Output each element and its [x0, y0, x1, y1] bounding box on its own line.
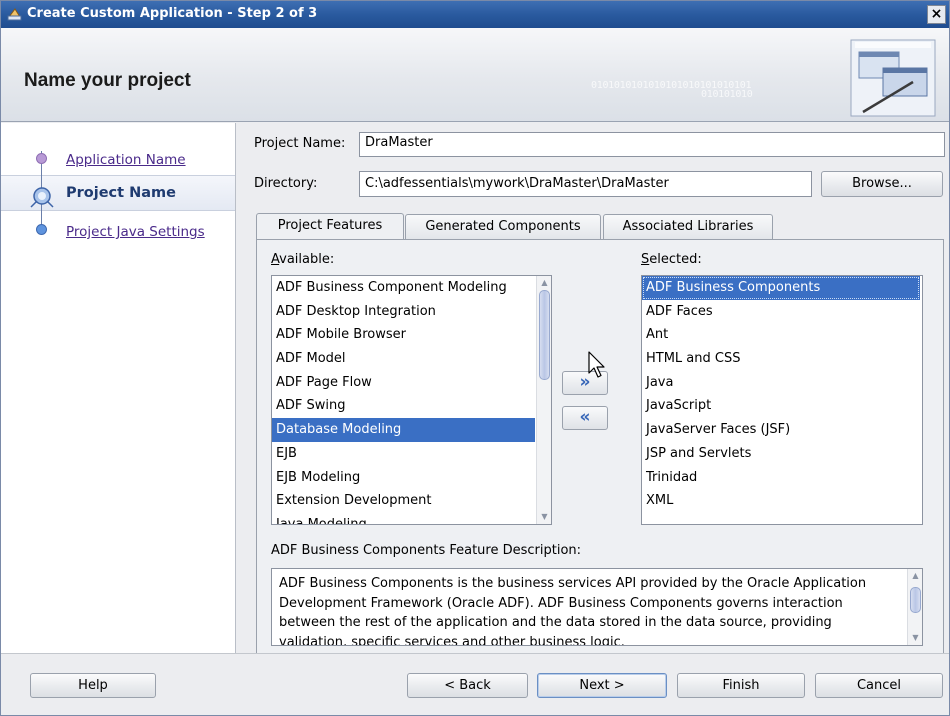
step-todo-icon [36, 224, 47, 235]
tab-associated-libraries[interactable]: Associated Libraries [603, 214, 773, 239]
feature-description-text: ADF Business Components is the business … [279, 576, 867, 646]
binary-decoration-2: 010101010 [701, 89, 753, 100]
cancel-button[interactable]: Cancel [815, 673, 943, 698]
list-item[interactable]: Ant [642, 323, 920, 347]
selected-label: Selected: [641, 252, 702, 267]
selected-features-list[interactable]: ADF Business Components ADF Faces Ant HTML … [641, 275, 923, 525]
list-item[interactable]: ADF Desktop Integration [272, 300, 535, 324]
list-item[interactable]: Java Modeling [272, 513, 535, 524]
help-button[interactable]: Help [30, 673, 156, 698]
double-chevron-left-icon: « [579, 407, 591, 427]
step-label: Project Name [66, 185, 176, 201]
scroll-thumb[interactable] [539, 290, 550, 380]
mouse-cursor-icon [588, 351, 605, 378]
available-label: Available: [271, 252, 335, 267]
finish-button[interactable]: Finish [677, 673, 805, 698]
available-scrollbar[interactable]: ▲ ▼ [536, 276, 551, 524]
list-item[interactable]: JSP and Servlets [642, 442, 920, 466]
list-item[interactable]: ADF Page Flow [272, 371, 535, 395]
close-button[interactable]: × [927, 5, 946, 24]
list-item[interactable]: EJB Modeling [272, 466, 535, 490]
step-done-icon [36, 153, 47, 164]
list-item[interactable]: Database Modeling [272, 418, 535, 442]
list-item[interactable]: ADF Swing [272, 394, 535, 418]
directory-input[interactable]: C:\adfessentials\mywork\DraMaster\DraMas… [359, 171, 812, 197]
description-label: ADF Business Components Feature Descript… [271, 543, 582, 558]
list-item[interactable]: ADF Business Component Modeling [272, 276, 535, 300]
dialog-footer: Help < Back Next > Finish Cancel [1, 653, 949, 715]
available-features-list[interactable]: ADF Business Component Modeling ADF Deskt… [271, 275, 552, 525]
list-item[interactable]: HTML and CSS [642, 347, 920, 371]
list-item[interactable]: JavaScript [642, 394, 920, 418]
project-wizard-icon [850, 39, 936, 117]
next-button[interactable]: Next > [537, 673, 667, 698]
scroll-down-arrow[interactable]: ▼ [537, 510, 551, 524]
window-title: Create Custom Application - Step 2 of 3 [27, 6, 318, 21]
list-item[interactable]: EJB [272, 442, 535, 466]
list-item[interactable]: Trinidad [642, 466, 920, 490]
list-item[interactable]: ADF Mobile Browser [272, 323, 535, 347]
page-heading: Name your project [24, 70, 191, 91]
description-scrollbar[interactable]: ▲ ▼ [907, 569, 922, 645]
current-step-icon [30, 187, 54, 208]
header-banner: Name your project 0101010101010101010101… [1, 28, 949, 122]
scroll-down-arrow[interactable]: ▼ [908, 631, 922, 645]
wizard-dialog: Create Custom Application - Step 2 of 3 … [0, 0, 950, 716]
remove-feature-button[interactable]: « [562, 406, 608, 430]
directory-label: Directory: [254, 176, 318, 191]
available-items: ADF Business Component Modeling ADF Deskt… [272, 276, 551, 524]
list-item[interactable]: ADF Faces [642, 300, 920, 324]
scroll-up-arrow[interactable]: ▲ [537, 276, 551, 290]
title-bar: Create Custom Application - Step 2 of 3 … [1, 1, 949, 28]
list-item[interactable]: ADF Business Components [642, 276, 920, 300]
list-item[interactable]: ADF Model [272, 347, 535, 371]
step-label[interactable]: Project Java Settings [66, 224, 205, 240]
list-item[interactable]: XML [642, 489, 920, 513]
project-name-input[interactable]: DraMaster [359, 132, 945, 157]
feature-description: ADF Business Components is the business … [271, 568, 923, 646]
scroll-thumb[interactable] [910, 587, 921, 613]
list-item[interactable]: Java [642, 371, 920, 395]
list-item[interactable]: Extension Development [272, 489, 535, 513]
step-project-java-settings[interactable]: Project Java Settings [1, 215, 235, 251]
list-item[interactable]: JavaServer Faces (JSF) [642, 418, 920, 442]
jdeveloper-icon [7, 8, 22, 21]
close-icon: × [930, 6, 943, 22]
step-label[interactable]: Application Name [66, 152, 186, 168]
selected-items: ADF Business Components ADF Faces Ant HTML … [642, 276, 922, 513]
tab-generated-components[interactable]: Generated Components [405, 214, 601, 239]
scroll-up-arrow[interactable]: ▲ [908, 569, 922, 583]
project-name-label: Project Name: [254, 136, 346, 151]
tab-project-features[interactable]: Project Features [256, 213, 404, 240]
back-button[interactable]: < Back [407, 673, 528, 698]
browse-button[interactable]: Browse... [821, 171, 943, 197]
